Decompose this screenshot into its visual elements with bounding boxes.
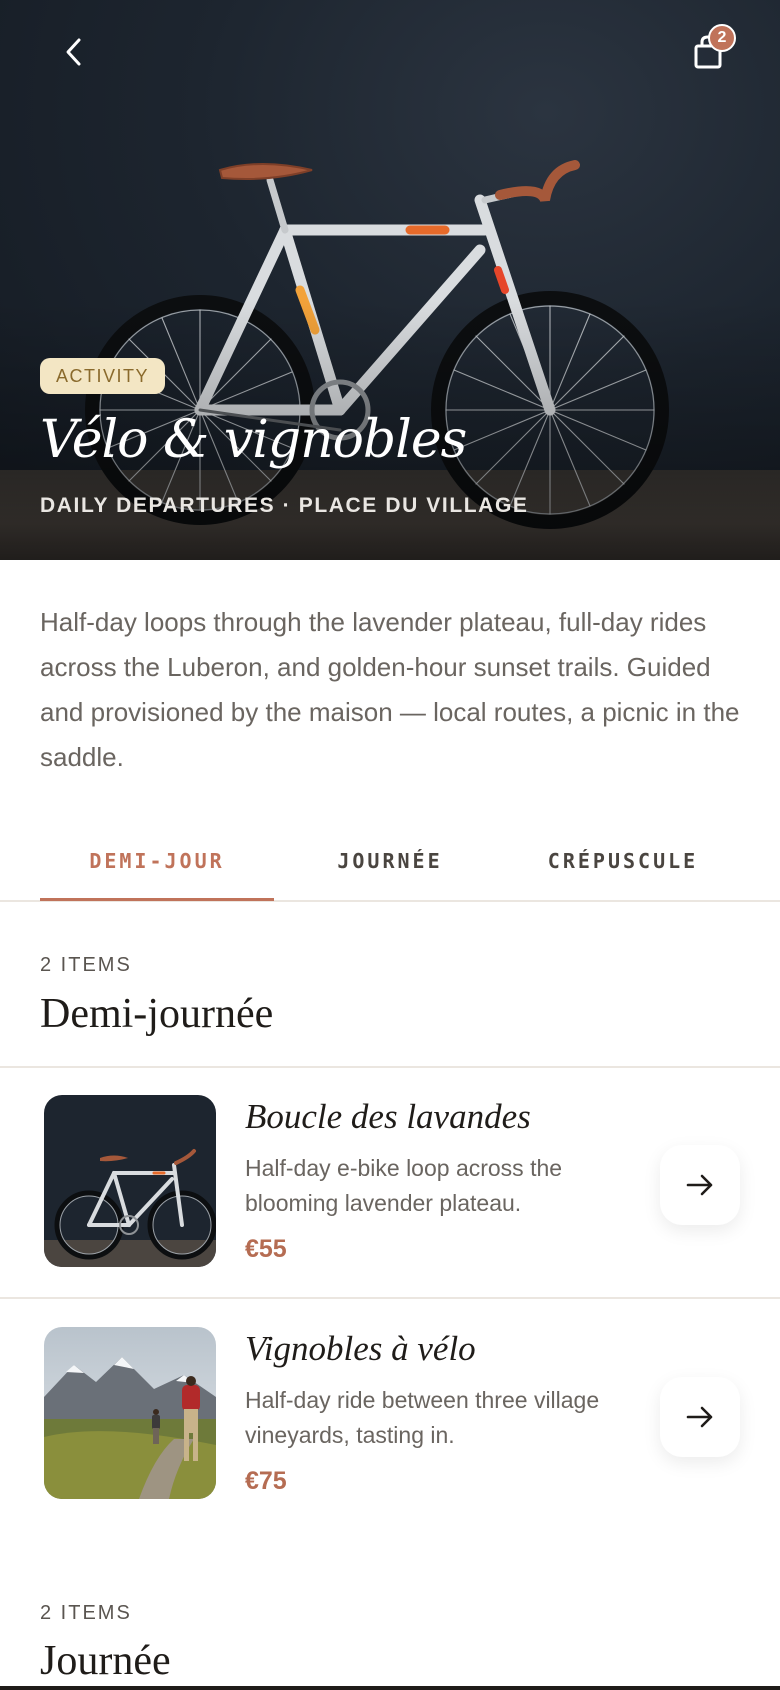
tab-crepuscule[interactable]: CRÉPUSCULE [506,820,740,902]
cart-count-badge: 2 [708,24,736,52]
activity-description: Half-day loops through the lavender plat… [40,607,740,772]
item-thumbnail [44,1327,216,1499]
section-title: Journée [40,1638,171,1684]
item-thumbnail [44,1095,216,1267]
item-name: Boucle des lavandes [245,1097,531,1136]
item-price: €75 [245,1467,287,1495]
hero-banner [0,0,780,560]
tab-bar: DEMI-JOUR JOURNÉE CRÉPUSCULE [0,820,780,902]
item-divider [0,1297,780,1299]
item-description: Half-day e-bike loop across the blooming… [245,1155,563,1216]
item-name: Vignobles à vélo [245,1329,476,1368]
section-item-count: 2 ITEMS [40,954,132,976]
section-title: Demi-journée [40,991,274,1037]
item-open-button[interactable] [660,1377,740,1457]
item-description: Half-day ride between three village vine… [245,1387,600,1448]
tab-demi-jour[interactable]: DEMI-JOUR [40,820,274,902]
tab-journee[interactable]: JOURNÉE [273,820,507,902]
section-item-count: 2 ITEMS [40,1602,132,1624]
activity-tag: ACTIVITY [40,358,166,394]
arrow-right-icon [686,1174,713,1196]
item-price: €55 [245,1235,287,1263]
chevron-left-icon [66,38,81,66]
active-tab-indicator [40,898,274,901]
back-button[interactable] [52,30,96,74]
arrow-right-icon [686,1406,713,1428]
list-item[interactable]: Vignobles à vélo Half-day ride between t… [0,1327,780,1557]
bottom-edge [0,1686,780,1690]
list-item[interactable]: Boucle des lavandes Half-day e-bike loop… [0,1095,780,1325]
page-title: Vélo & vignobles [40,410,467,470]
hero-subtitle: DAILY DEPARTURES · PLACE DU VILLAGE [40,494,529,517]
item-open-button[interactable] [660,1145,740,1225]
section-divider [0,1066,780,1068]
